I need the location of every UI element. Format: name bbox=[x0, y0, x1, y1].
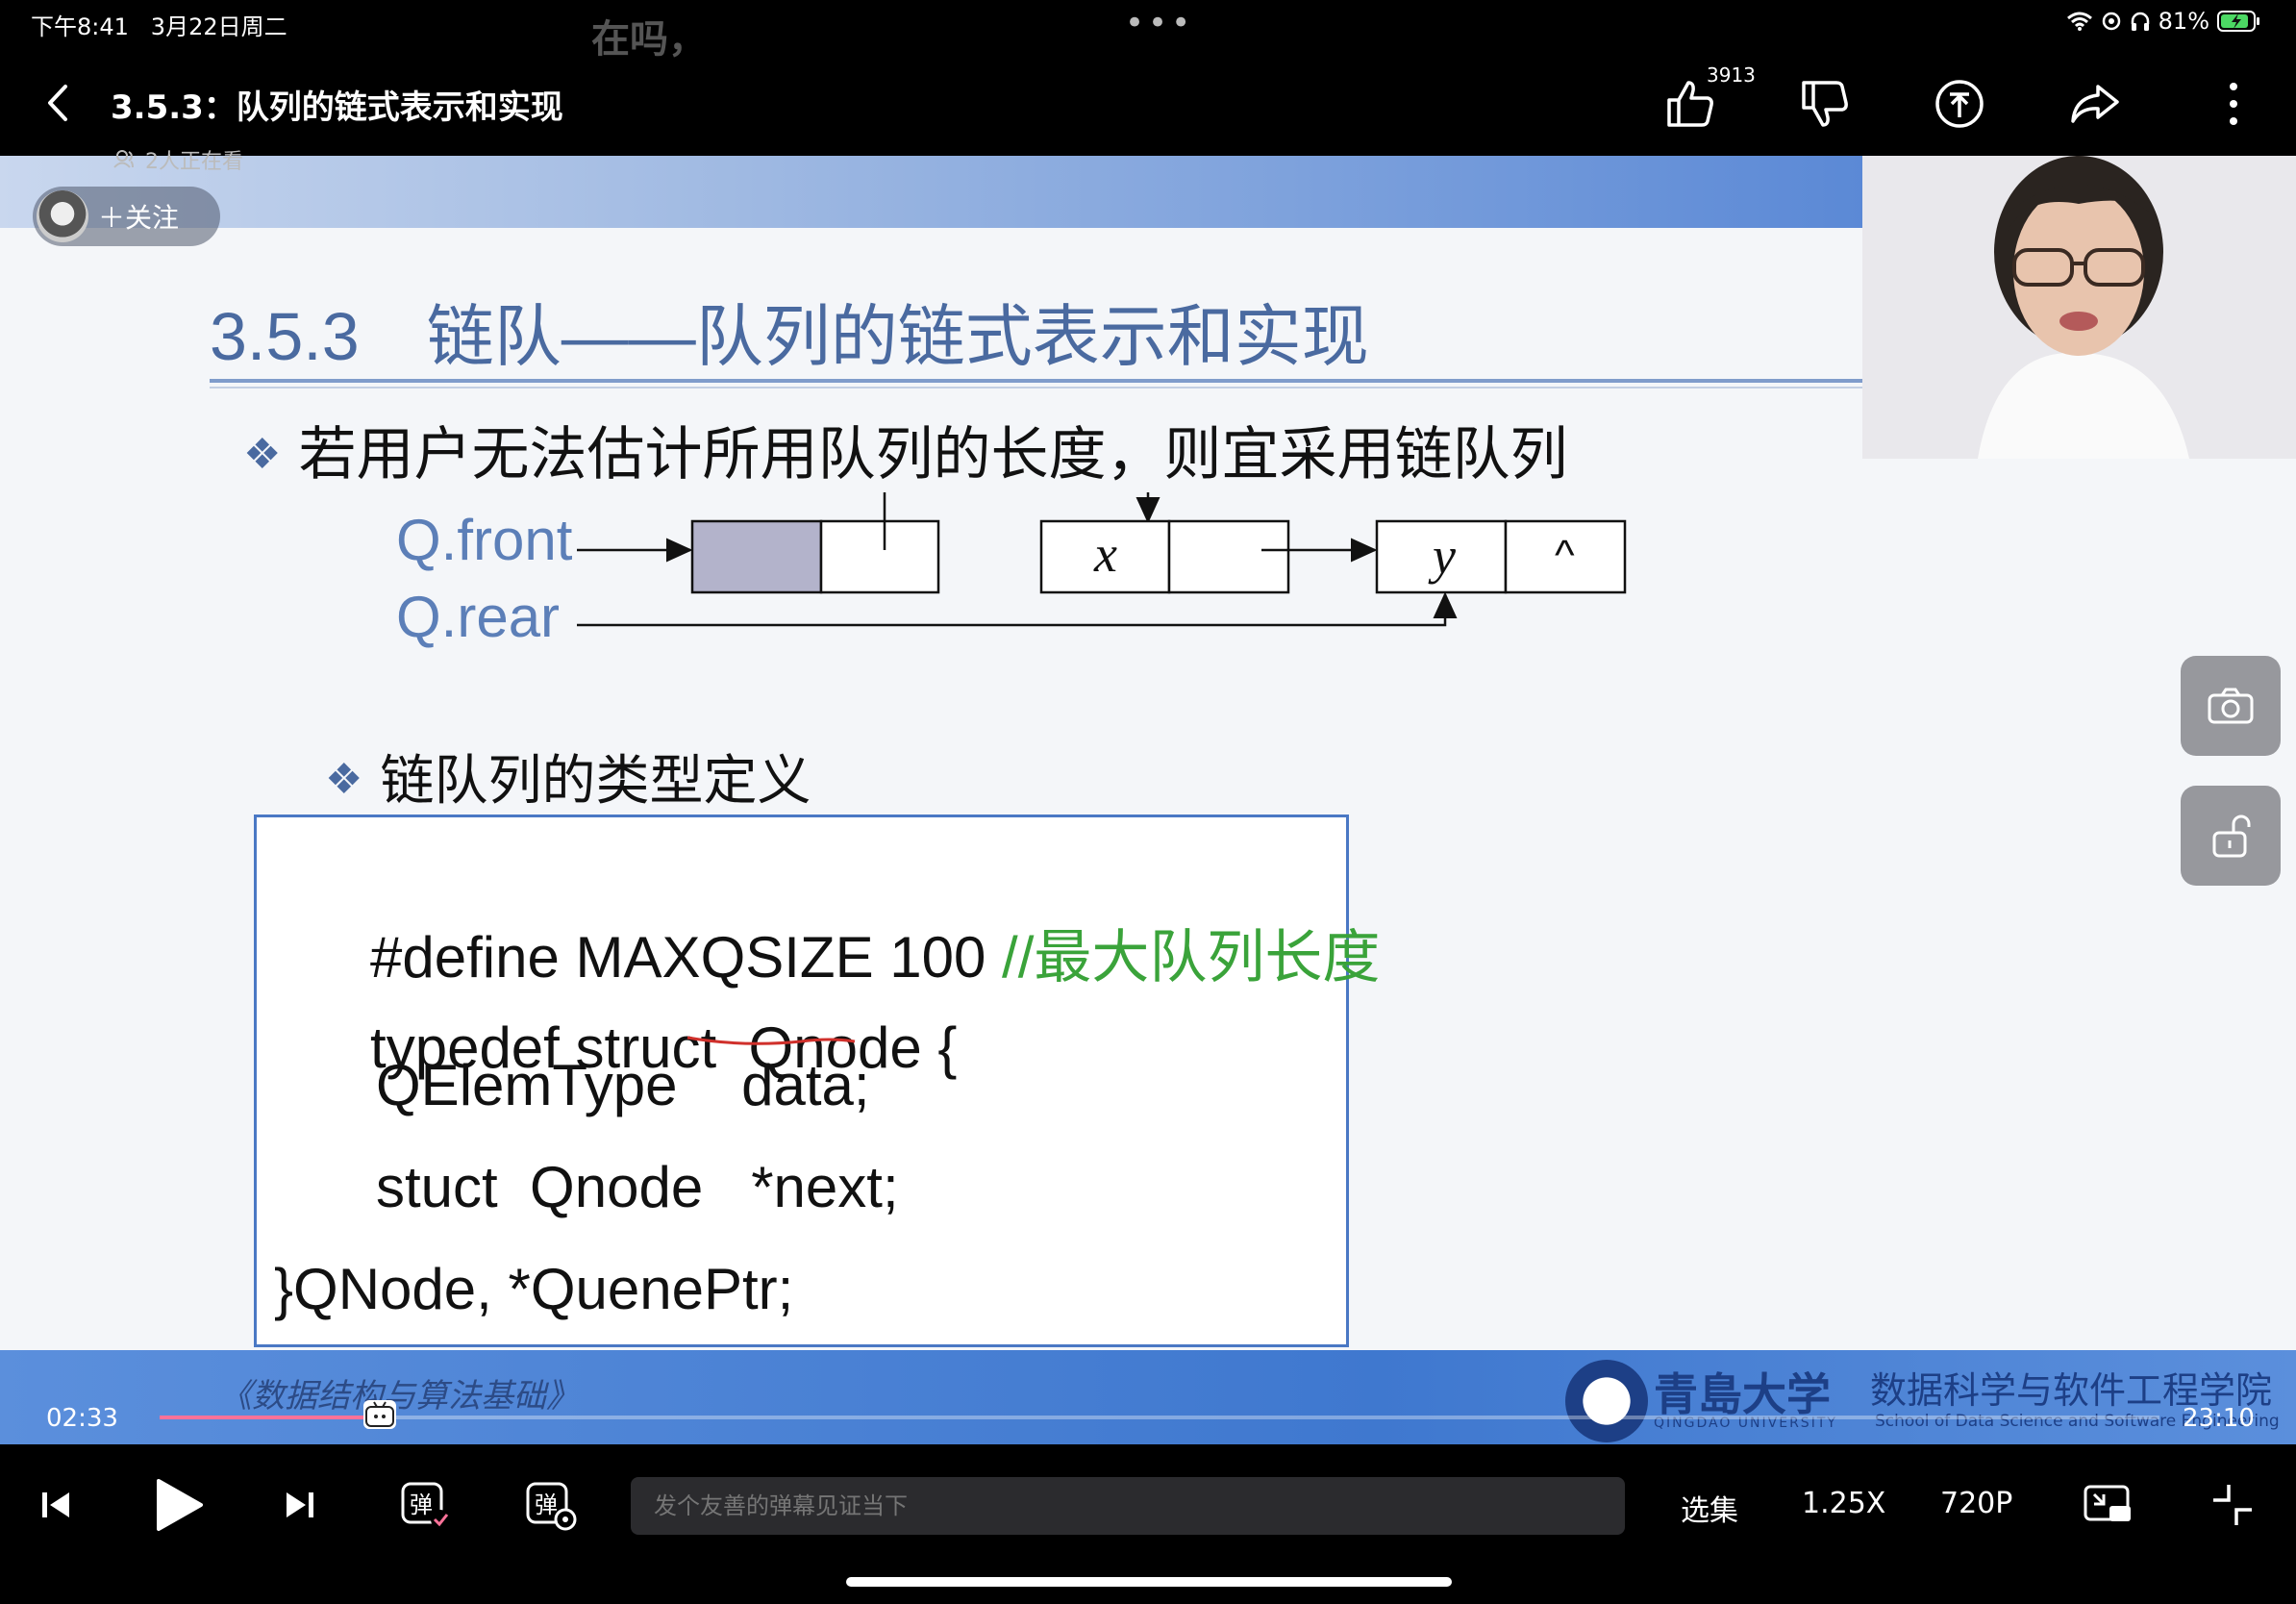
video-player[interactable]: 3.5.3 链队——队列的链式表示和实现 ❖ 若用户无法估计所用队列的长度，则宜采… bbox=[0, 156, 2296, 1444]
head-node-next bbox=[819, 519, 940, 594]
danmaku-input[interactable] bbox=[631, 1477, 1625, 1535]
code-comment: //最大队列长度 bbox=[1002, 925, 1381, 990]
diamond-bullet-icon: ❖ bbox=[325, 756, 363, 803]
progress-fill bbox=[160, 1416, 380, 1419]
null-pointer-symbol: ^ bbox=[1555, 532, 1575, 579]
dislike-button[interactable] bbox=[1798, 77, 1852, 131]
chevron-left-icon bbox=[48, 85, 67, 121]
back-button[interactable] bbox=[38, 79, 77, 127]
next-button[interactable] bbox=[281, 1481, 319, 1533]
episodes-button[interactable]: 选集 bbox=[1681, 1487, 1738, 1529]
multitasking-dots-icon[interactable]: ••• bbox=[1125, 4, 1194, 42]
linked-queue-diagram: Q.front Q.rear x y ^ bbox=[396, 492, 1627, 649]
picture-in-picture-button[interactable] bbox=[2083, 1481, 2133, 1533]
danmaku-settings-icon: 弹 bbox=[526, 1482, 577, 1531]
current-time: 02:33 bbox=[46, 1404, 118, 1433]
danmaku-comment: 在吗， bbox=[591, 17, 707, 62]
follow-button[interactable]: ＋关注 bbox=[33, 187, 220, 246]
course-name: 《数据结构与算法基础》 bbox=[219, 1377, 579, 1416]
home-indicator[interactable] bbox=[846, 1577, 1452, 1587]
node-x-value: x bbox=[1093, 525, 1117, 583]
status-date: 3月22日周二 bbox=[150, 13, 287, 40]
diamond-bullet-icon: ❖ bbox=[243, 431, 282, 478]
more-button[interactable] bbox=[2207, 77, 2260, 131]
head-node-data bbox=[690, 519, 823, 594]
location-icon bbox=[2102, 12, 2120, 31]
progress-track[interactable] bbox=[160, 1416, 2159, 1419]
screenshot-button[interactable] bbox=[2181, 656, 2281, 756]
slide-title: 3.5.3 链队——队列的链式表示和实现 bbox=[210, 299, 1369, 374]
status-time-date: 下午8:41 3月22日周二 bbox=[31, 8, 287, 41]
danmaku-settings-button[interactable]: 弹 bbox=[525, 1479, 577, 1535]
progress-thumb[interactable] bbox=[362, 1400, 396, 1429]
node-y-value: y bbox=[1428, 527, 1456, 585]
code-block: #define MAXQSIZE 100 //最大队列长度 typedef st… bbox=[254, 815, 1380, 1347]
university-logo bbox=[1565, 1360, 1648, 1442]
battery-percent: 81% bbox=[2158, 8, 2209, 35]
follow-label: ＋关注 bbox=[98, 202, 180, 234]
title-divider bbox=[210, 379, 1863, 383]
node-x-next bbox=[1167, 519, 1290, 594]
danmaku-on-icon: 弹 bbox=[401, 1482, 450, 1529]
bullet-2-text: 链队列的类型定义 bbox=[380, 750, 811, 811]
front-pointer-label: Q.front bbox=[396, 508, 573, 572]
total-time: 23:10 bbox=[2183, 1404, 2255, 1433]
play-icon bbox=[157, 1479, 203, 1531]
unlock-icon bbox=[2212, 815, 2251, 858]
camera-icon bbox=[2208, 688, 2254, 724]
viewers-icon bbox=[113, 150, 134, 168]
open-brace: { bbox=[921, 1015, 958, 1080]
pip-icon bbox=[2084, 1485, 2131, 1521]
slide-bullet-1: ❖ 若用户无法估计所用队列的长度，则宜采用链队列 bbox=[243, 408, 1567, 491]
danmaku-toggle-button[interactable]: 弹 bbox=[400, 1479, 452, 1535]
viewer-count-text: 2人正在看 bbox=[145, 150, 243, 174]
share-button[interactable] bbox=[2067, 77, 2121, 131]
share-icon bbox=[2071, 85, 2119, 123]
lecturer-webcam bbox=[1862, 156, 2296, 459]
code-line-4: stuct Qnode *next; bbox=[376, 1155, 899, 1219]
collapse-icon bbox=[2213, 1485, 2252, 1525]
headphones-icon bbox=[2131, 12, 2149, 31]
slide-header-band bbox=[0, 156, 1862, 228]
skip-previous-icon bbox=[42, 1492, 69, 1517]
title-divider-thin bbox=[210, 387, 1863, 388]
slide-bullet-2: ❖ 链队列的类型定义 bbox=[325, 738, 811, 815]
video-title: 3.5.3：队列的链式表示和实现 bbox=[111, 88, 563, 127]
uploader-avatar[interactable] bbox=[37, 190, 88, 242]
status-indicators: 81% bbox=[2066, 8, 2261, 35]
speed-button[interactable]: 1.25X bbox=[1802, 1487, 1885, 1520]
svg-text:弹: 弹 bbox=[410, 1491, 433, 1518]
bullet-1-text: 若用户无法估计所用队列的长度，则宜采用链队列 bbox=[298, 422, 1568, 487]
more-vertical-icon bbox=[2230, 83, 2237, 125]
skip-next-icon bbox=[287, 1492, 313, 1517]
play-button[interactable] bbox=[149, 1475, 207, 1539]
code-line-3: QElemType data; bbox=[376, 1053, 870, 1117]
battery-charging-icon bbox=[2217, 11, 2259, 32]
code-line-5: }QNode, *QuenePtr; bbox=[274, 1257, 794, 1321]
exit-fullscreen-button[interactable] bbox=[2209, 1481, 2256, 1533]
svg-text:弹: 弹 bbox=[535, 1491, 558, 1518]
red-annotation-underline bbox=[686, 1036, 856, 1045]
wifi-icon bbox=[2066, 12, 2092, 31]
coin-button[interactable] bbox=[1933, 77, 1986, 131]
lock-screen-button[interactable] bbox=[2181, 786, 2281, 886]
like-count: 3913 bbox=[1707, 63, 1756, 87]
lecturer-portrait bbox=[1862, 156, 2296, 459]
viewer-count: 2人正在看 bbox=[113, 144, 243, 175]
rear-arrow bbox=[577, 591, 1458, 627]
coin-icon bbox=[1935, 80, 1984, 128]
thumbs-down-icon bbox=[1802, 81, 1848, 127]
tv-icon bbox=[364, 1401, 394, 1427]
quality-button[interactable]: 720P bbox=[1940, 1487, 2012, 1520]
rear-pointer-label: Q.rear bbox=[396, 585, 560, 649]
previous-button[interactable] bbox=[37, 1481, 75, 1533]
status-bar: 下午8:41 3月22日周二 ••• 在吗， 81% bbox=[0, 0, 2296, 62]
status-time: 下午8:41 bbox=[31, 13, 129, 40]
university-name: 青島大学 bbox=[1654, 1368, 1831, 1420]
